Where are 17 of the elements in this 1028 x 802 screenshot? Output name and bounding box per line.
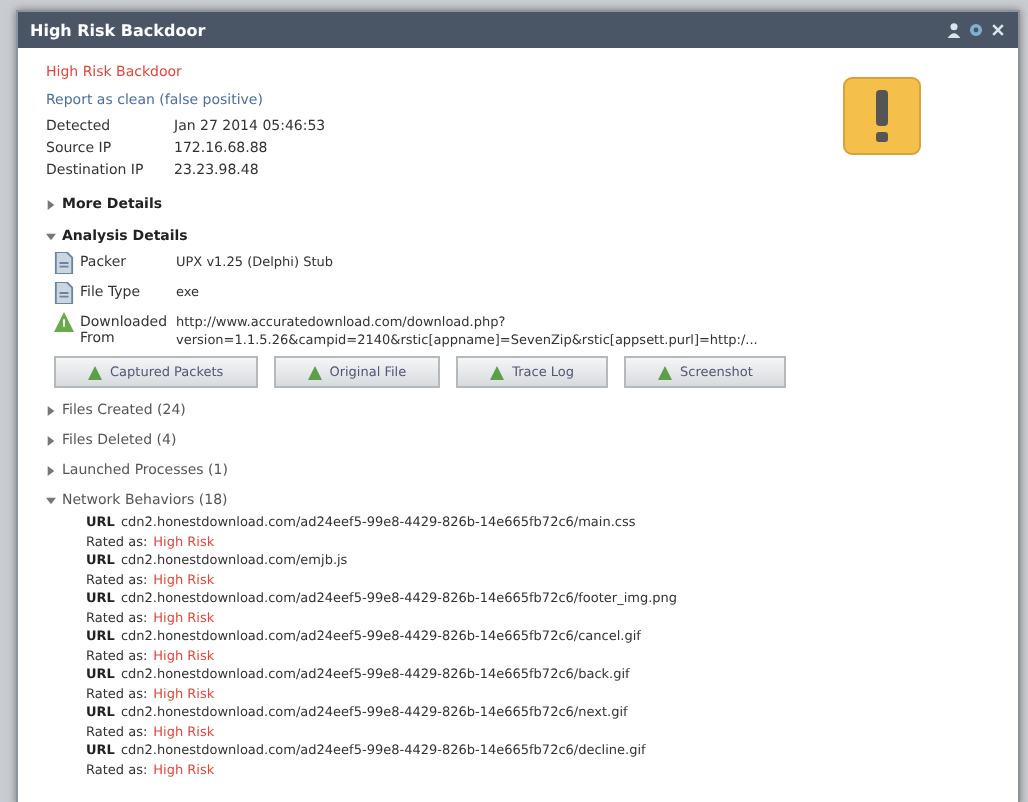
download-icon (54, 312, 74, 334)
expanded-triangle-icon[interactable] (46, 231, 56, 241)
warning-icon (842, 76, 922, 156)
document-icon (54, 282, 74, 304)
collapsed-triangle-icon[interactable] (46, 199, 56, 209)
window-title: High Risk Backdoor (30, 21, 206, 39)
collapsed-triangle-icon[interactable] (46, 465, 56, 475)
document-icon (54, 252, 74, 274)
triangle-icon (88, 365, 102, 379)
close-icon[interactable] (990, 22, 1006, 38)
triangle-icon (658, 365, 673, 379)
user-icon[interactable] (946, 22, 962, 38)
collapsed-triangle-icon[interactable] (46, 435, 56, 445)
collapsed-triangle-icon[interactable] (46, 405, 56, 415)
triangle-icon (307, 365, 322, 379)
triangle-icon (490, 365, 505, 379)
expanded-triangle-icon[interactable] (46, 495, 56, 505)
